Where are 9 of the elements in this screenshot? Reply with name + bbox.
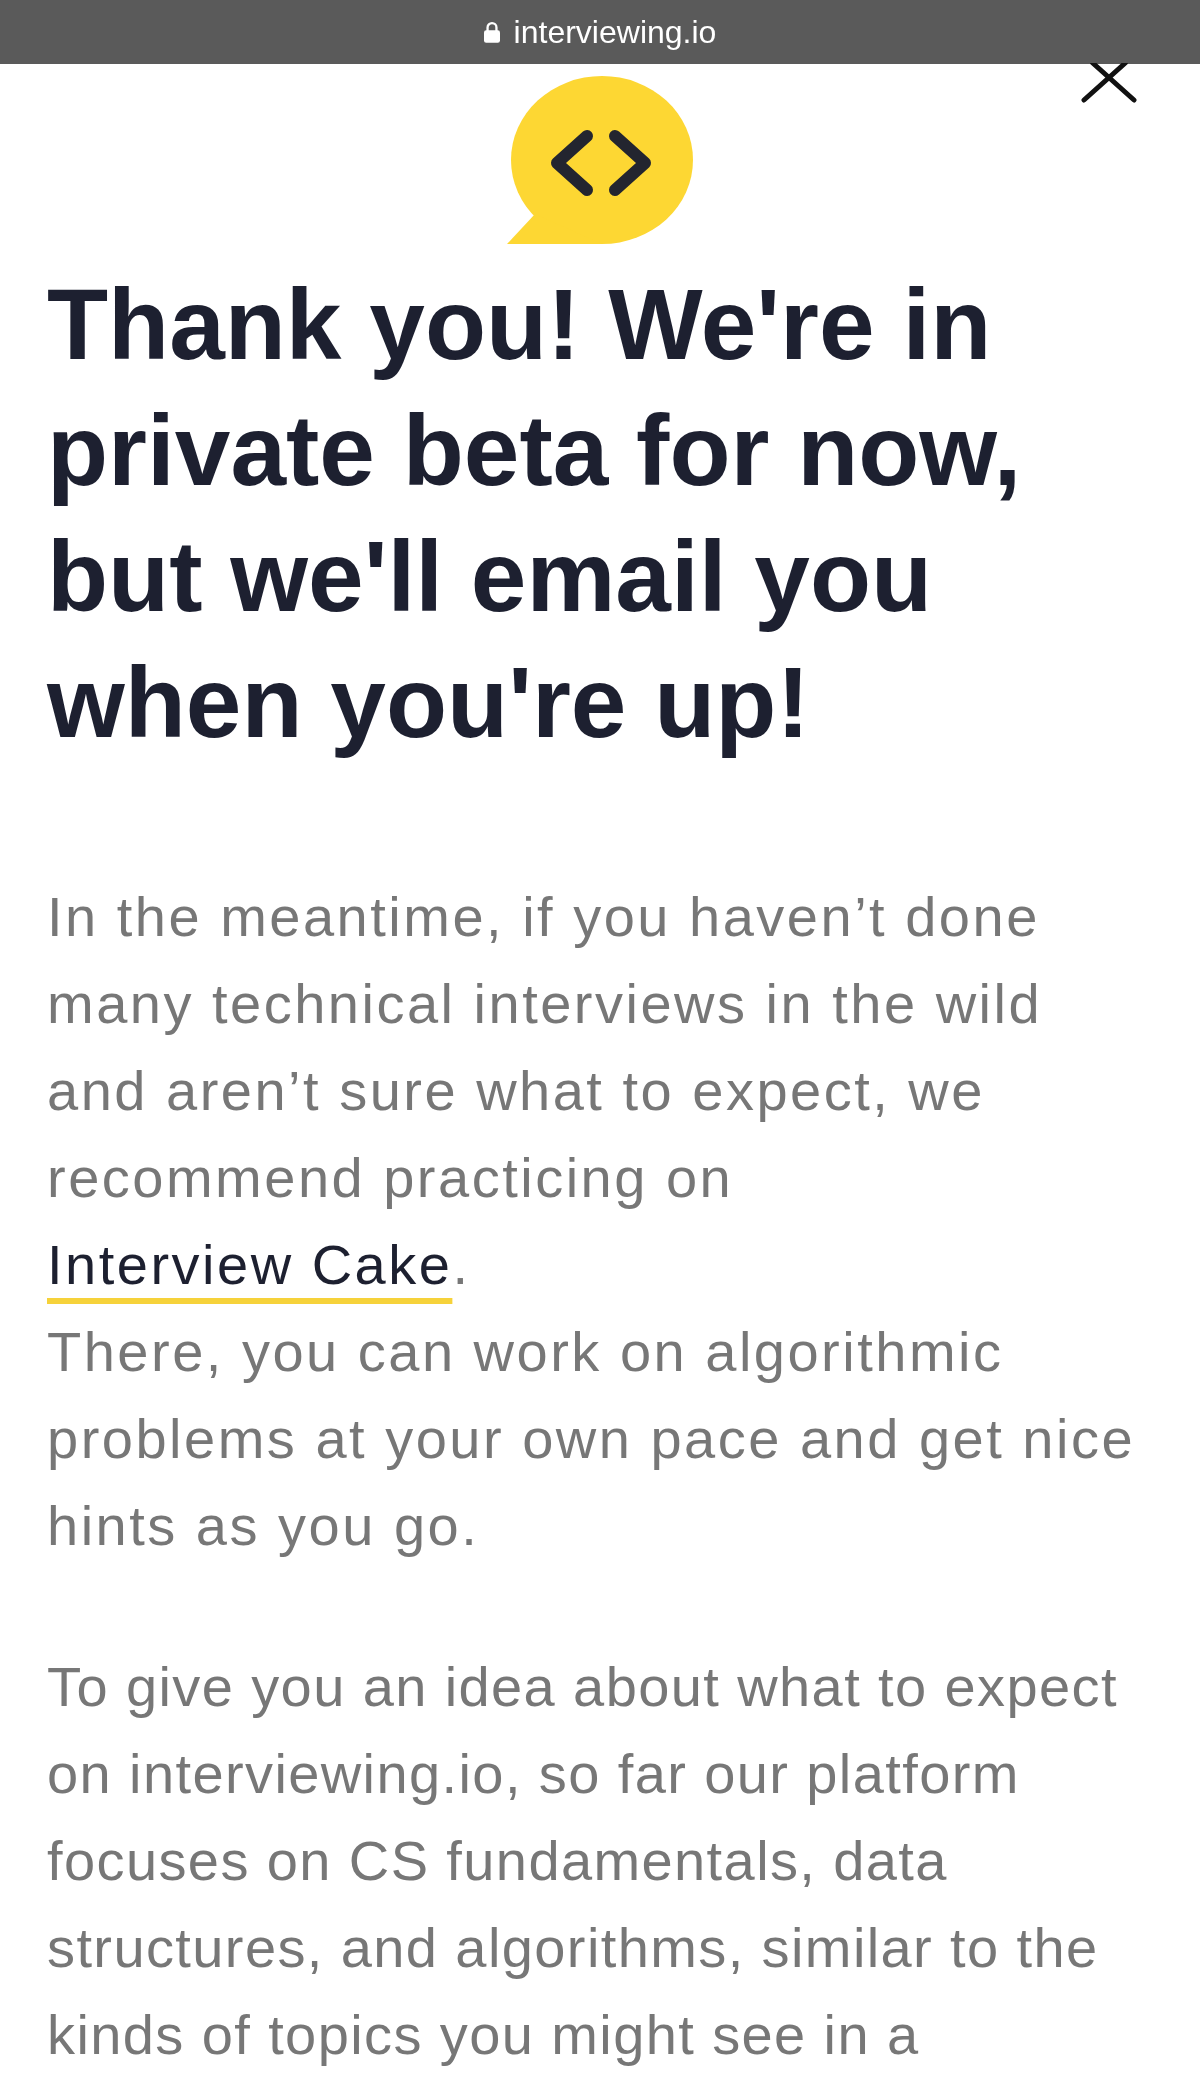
close-button[interactable] xyxy=(1080,63,1138,103)
url-text: interviewing.io xyxy=(513,13,717,52)
interview-cake-link[interactable]: Interview Cake xyxy=(47,1233,453,1296)
paragraph: To give you an idea about what to expect on interviewing.io, so far our platform focuses on CS fundamentals, data structures, and algorithms, similar to the kinds of topics you might see in a xyxy=(47,1654,1119,2068)
close-icon xyxy=(1080,63,1138,103)
lock-icon xyxy=(483,21,500,43)
paragraph: There, you can work on algorithmic problems at your own pace and get nice hints as you go. xyxy=(47,1319,1137,1559)
heading: Thank you! We're in private beta for now, but we'll email you when you're up! xyxy=(47,267,1023,760)
paragraph: In the meantime, if you haven’t done many technical interviews in the wild and aren’t sure what to expect, we recommend practicing on Interview Cake. xyxy=(47,884,1044,1298)
